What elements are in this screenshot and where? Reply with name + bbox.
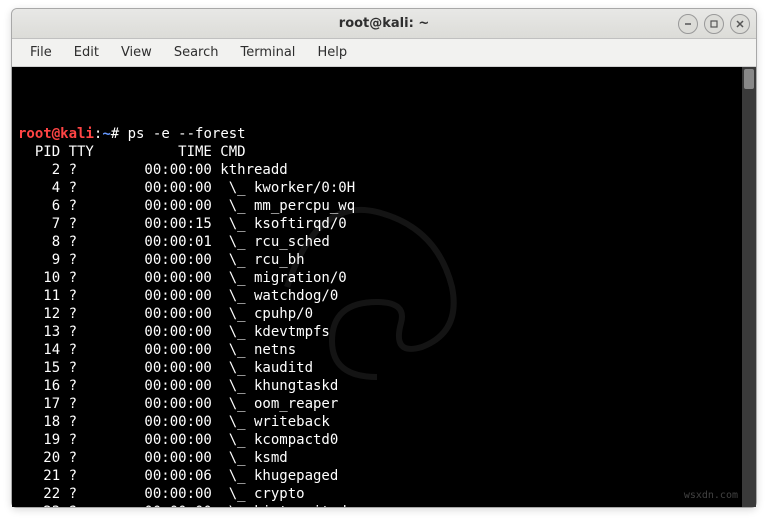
window-title: root@kali: ~ (339, 16, 429, 31)
process-row: 4 ? 00:00:00 \_ kworker/0:0H (18, 179, 736, 197)
process-row: 9 ? 00:00:00 \_ rcu_bh (18, 251, 736, 269)
process-row: 20 ? 00:00:00 \_ ksmd (18, 449, 736, 467)
menu-search[interactable]: Search (164, 41, 229, 64)
ps-header: PID TTY TIME CMD (18, 143, 736, 161)
prompt-line: root@kali:~# ps -e --forest (18, 125, 736, 143)
terminal-window: root@kali: ~ File Edit View Search Termi… (11, 8, 757, 508)
menu-terminal[interactable]: Terminal (230, 41, 305, 64)
menubar: File Edit View Search Terminal Help (12, 39, 756, 67)
prompt-user: root (18, 126, 52, 142)
window-controls (678, 14, 750, 34)
process-row: 22 ? 00:00:00 \_ crypto (18, 485, 736, 503)
process-row: 2 ? 00:00:00 kthreadd (18, 161, 736, 179)
scrollbar[interactable] (742, 67, 756, 507)
process-row: 17 ? 00:00:00 \_ oom_reaper (18, 395, 736, 413)
process-row: 8 ? 00:00:01 \_ rcu_sched (18, 233, 736, 251)
process-row: 18 ? 00:00:00 \_ writeback (18, 413, 736, 431)
command-text: ps -e --forest (128, 126, 246, 142)
process-row: 19 ? 00:00:00 \_ kcompactd0 (18, 431, 736, 449)
process-row: 10 ? 00:00:00 \_ migration/0 (18, 269, 736, 287)
process-row: 16 ? 00:00:00 \_ khungtaskd (18, 377, 736, 395)
process-row: 6 ? 00:00:00 \_ mm_percpu_wq (18, 197, 736, 215)
prompt-symbol: # (111, 126, 128, 142)
maximize-button[interactable] (704, 14, 724, 34)
process-row: 11 ? 00:00:00 \_ watchdog/0 (18, 287, 736, 305)
minimize-icon (683, 19, 693, 29)
maximize-icon (709, 19, 719, 29)
prompt-path: ~ (102, 126, 110, 142)
process-row: 21 ? 00:00:06 \_ khugepaged (18, 467, 736, 485)
prompt-at: @ (52, 126, 60, 142)
process-row: 23 ? 00:00:00 \_ kintegrityd (18, 503, 736, 507)
terminal-area: root@kali:~# ps -e --forest PID TTY TIME… (12, 67, 756, 507)
close-button[interactable] (730, 14, 750, 34)
prompt-host: kali (60, 126, 94, 142)
menu-help[interactable]: Help (307, 41, 357, 64)
process-row: 12 ? 00:00:00 \_ cpuhp/0 (18, 305, 736, 323)
menu-view[interactable]: View (111, 41, 162, 64)
menu-edit[interactable]: Edit (64, 41, 109, 64)
process-row: 13 ? 00:00:00 \_ kdevtmpfs (18, 323, 736, 341)
scroll-thumb[interactable] (744, 69, 754, 89)
process-row: 14 ? 00:00:00 \_ netns (18, 341, 736, 359)
close-icon (735, 19, 745, 29)
titlebar: root@kali: ~ (12, 9, 756, 39)
menu-file[interactable]: File (20, 41, 62, 64)
terminal-content[interactable]: root@kali:~# ps -e --forest PID TTY TIME… (12, 67, 742, 507)
minimize-button[interactable] (678, 14, 698, 34)
process-row: 7 ? 00:00:15 \_ ksoftirqd/0 (18, 215, 736, 233)
process-row: 15 ? 00:00:00 \_ kauditd (18, 359, 736, 377)
